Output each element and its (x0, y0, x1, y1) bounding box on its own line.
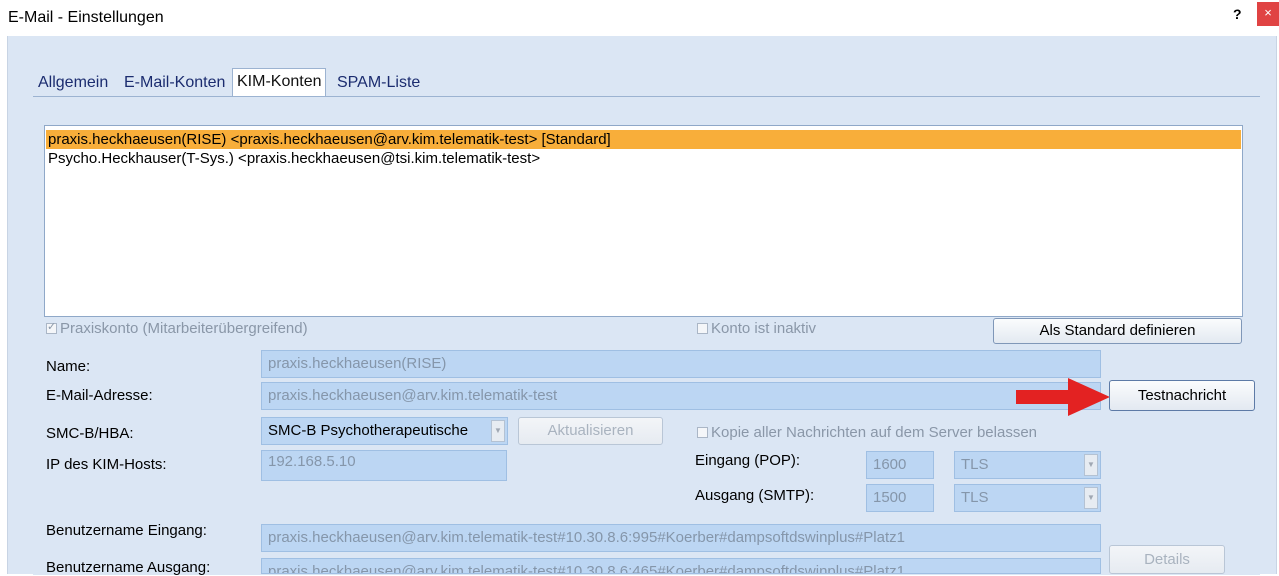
kopie-checkbox[interactable]: Kopie aller Nachrichten auf dem Server b… (697, 424, 1037, 441)
smtp-port-field[interactable]: 1500 (866, 484, 934, 512)
testnachricht-button[interactable]: Testnachricht (1109, 380, 1255, 411)
tab-spam-liste[interactable]: SPAM-Liste (333, 70, 424, 96)
chevron-down-icon[interactable]: ▼ (1084, 454, 1098, 476)
pop-security-select[interactable]: TLS ▼ (954, 451, 1101, 479)
close-button[interactable]: × (1257, 2, 1279, 26)
smtp-security-select[interactable]: TLS ▼ (954, 484, 1101, 512)
smtp-security-value: TLS (961, 489, 989, 506)
smc-label: SMC-B/HBA: (46, 425, 134, 442)
chevron-down-icon[interactable]: ▼ (1084, 487, 1098, 509)
smc-select[interactable]: SMC-B Psychotherapeutische ▼ (261, 417, 508, 445)
praxiskonto-checkbox[interactable]: Praxiskonto (Mitarbeiterübergreifend) (46, 320, 308, 337)
tab-email-konten[interactable]: E-Mail-Konten (120, 70, 229, 96)
name-label: Name: (46, 358, 91, 375)
chevron-down-icon[interactable]: ▼ (491, 420, 505, 442)
ip-label: IP des KIM-Hosts: (46, 456, 167, 473)
tab-kim-konten[interactable]: KIM-Konten (232, 68, 327, 97)
email-field[interactable]: praxis.heckhaeusen@arv.kim.telematik-tes… (261, 382, 1101, 410)
user-out-label: Benutzername Ausgang: (46, 559, 211, 576)
pop-port-field[interactable]: 1600 (866, 451, 934, 479)
checkbox-box[interactable] (46, 320, 57, 334)
pop-label: Eingang (POP): (695, 452, 801, 469)
title-bar (7, 0, 1277, 36)
list-item[interactable]: praxis.heckhaeusen(RISE) <praxis.heckhae… (46, 130, 1241, 149)
pop-security-value: TLS (961, 456, 989, 473)
user-out-field[interactable]: praxis.heckhaeusen@arv.kim.telematik-tes… (261, 558, 1101, 574)
list-item[interactable]: Psycho.Heckhauser(T-Sys.) <praxis.heckha… (48, 149, 540, 168)
smc-select-value: SMC-B Psychotherapeutische (268, 422, 469, 439)
inaktiv-checkbox[interactable]: Konto ist inaktiv (697, 320, 816, 337)
smtp-label: Ausgang (SMTP): (695, 487, 815, 504)
red-arrow-icon (1016, 378, 1110, 416)
als-standard-button[interactable]: Als Standard definieren (993, 318, 1242, 344)
aktualisieren-button[interactable]: Aktualisieren (518, 417, 663, 445)
email-label: E-Mail-Adresse: (46, 387, 153, 404)
name-field[interactable]: praxis.heckhaeusen(RISE) (261, 350, 1101, 378)
details-button[interactable]: Details (1109, 545, 1225, 574)
user-in-field[interactable]: praxis.heckhaeusen@arv.kim.telematik-tes… (261, 524, 1101, 552)
ip-field[interactable]: 192.168.5.10 (261, 450, 507, 481)
window-title: E-Mail - Einstellungen (8, 9, 164, 26)
tab-allgemein[interactable]: Allgemein (34, 70, 112, 96)
help-button[interactable]: ? (1233, 6, 1242, 22)
checkbox-box[interactable] (697, 426, 708, 438)
checkbox-box[interactable] (697, 322, 708, 334)
user-in-label: Benutzername Eingang: (46, 522, 207, 539)
